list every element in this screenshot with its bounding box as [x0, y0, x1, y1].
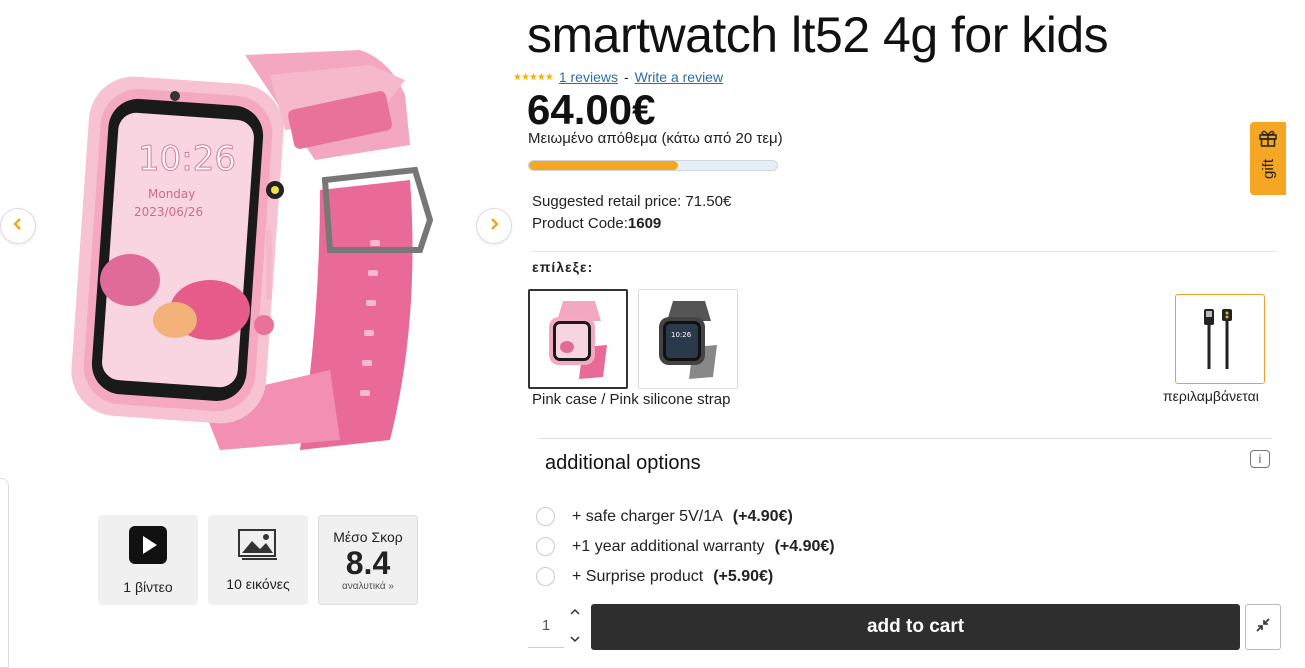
- reviews-link[interactable]: 1 reviews: [559, 69, 618, 85]
- add-to-cart-button[interactable]: add to cart: [591, 604, 1240, 650]
- gift-tab-label: gift: [1259, 159, 1277, 180]
- write-review-link[interactable]: Write a review: [635, 69, 723, 85]
- info-icon[interactable]: i: [1250, 450, 1270, 468]
- product-title: smartwatch lt52 4g for kids: [527, 7, 1109, 63]
- svg-text:10:26: 10:26: [671, 331, 692, 339]
- video-count-label: 1 βίντεο: [123, 578, 173, 595]
- score-value: 8.4: [345, 544, 391, 581]
- stock-status-text: Μειωμένο απόθεμα (κάτω από 20 τεμ): [528, 130, 783, 147]
- collapse-button[interactable]: [1245, 604, 1281, 650]
- option-radio[interactable]: [536, 507, 555, 526]
- svg-text:2023/06/26: 2023/06/26: [134, 205, 203, 219]
- video-thumbnail-button[interactable]: 1 βίντεο: [98, 515, 198, 605]
- svg-text:Monday: Monday: [148, 187, 195, 201]
- score-details-link[interactable]: αναλυτικά »: [342, 581, 394, 592]
- included-caption: περιλαμβάνεται: [1163, 388, 1259, 404]
- play-icon: [129, 525, 167, 569]
- average-score-box[interactable]: Μέσο Σκορ 8.4 αναλυτικά »: [318, 515, 418, 605]
- chevron-left-icon: [11, 217, 25, 236]
- variant-black[interactable]: 10:26: [638, 289, 738, 389]
- quantity-input[interactable]: 1: [528, 604, 564, 648]
- suggested-price-label: Suggested retail price:: [532, 193, 686, 210]
- option-label: +1 year additional warranty: [572, 537, 765, 555]
- suggested-price-value: 71.50€: [685, 193, 732, 210]
- rating-stars-icon: ★★★★★: [513, 71, 554, 83]
- rating-row: ★★★★★ 1 reviews - Write a review: [513, 69, 723, 85]
- side-panel-edge[interactable]: [0, 478, 9, 668]
- chevron-up-icon[interactable]: [570, 606, 580, 618]
- main-product-image[interactable]: 10:26 Monday 2023/06/26: [70, 20, 450, 460]
- gift-icon: [1258, 128, 1278, 153]
- suggested-price-line: Suggested retail price: 71.50€: [532, 193, 731, 210]
- option-radio[interactable]: [536, 537, 555, 556]
- option-extra-warranty[interactable]: +1 year additional warranty (+4.90€): [536, 537, 835, 556]
- media-summary-row: 1 βίντεο 10 εικόνες Μέσο Σκορ 8.4 αναλυτ…: [98, 515, 418, 605]
- stock-level-bar: [528, 160, 778, 171]
- option-label: + Surprise product: [572, 567, 704, 585]
- variant-pink[interactable]: [528, 289, 628, 389]
- pink-watch-thumbnail-icon: [549, 301, 607, 379]
- chevron-right-icon: [487, 217, 501, 236]
- product-code-value: 1609: [627, 215, 662, 232]
- option-price: (+4.90€): [732, 507, 793, 525]
- next-image-button[interactable]: [476, 208, 512, 244]
- divider: [538, 438, 1272, 439]
- option-price: (+4.90€): [774, 537, 835, 555]
- svg-text:10:26: 10:26: [138, 139, 236, 179]
- gift-tab[interactable]: gift: [1250, 122, 1286, 195]
- included-accessory[interactable]: [1175, 294, 1265, 384]
- black-watch-thumbnail-icon: 10:26: [659, 301, 717, 379]
- option-surprise-product[interactable]: + Surprise product (+5.90€): [536, 567, 773, 586]
- option-radio[interactable]: [536, 567, 555, 586]
- rating-separator: -: [623, 69, 629, 85]
- collapse-arrows-icon: [1255, 617, 1271, 638]
- selected-variant-caption: Pink case / Pink silicone strap: [532, 391, 731, 408]
- additional-options-title: additional options: [545, 452, 701, 474]
- product-price: 64.00€: [527, 86, 656, 133]
- product-gallery: 10:26 Monday 2023/06/26 1 βίντεο 10 εικό…: [0, 0, 520, 668]
- images-thumbnail-button[interactable]: 10 εικόνες: [208, 515, 308, 605]
- product-code-label: Product Code:: [532, 215, 628, 232]
- variant-choose-label: επίλεξε:: [532, 259, 594, 275]
- previous-image-button[interactable]: [0, 208, 36, 244]
- product-code-line: Product Code:1609: [532, 215, 661, 232]
- quantity-stepper[interactable]: [567, 606, 583, 646]
- chevron-down-icon[interactable]: [570, 634, 580, 646]
- images-count-label: 10 εικόνες: [226, 575, 290, 592]
- charging-cable-icon: [1204, 309, 1232, 369]
- image-gallery-icon: [238, 528, 278, 566]
- option-label: + safe charger 5V/1A: [572, 507, 723, 525]
- divider: [532, 251, 1276, 252]
- stock-level-fill: [529, 161, 678, 170]
- score-title: Μέσο Σκορ: [333, 528, 403, 545]
- option-price: (+5.90€): [713, 567, 774, 585]
- option-safe-charger[interactable]: + safe charger 5V/1A (+4.90€): [536, 507, 793, 526]
